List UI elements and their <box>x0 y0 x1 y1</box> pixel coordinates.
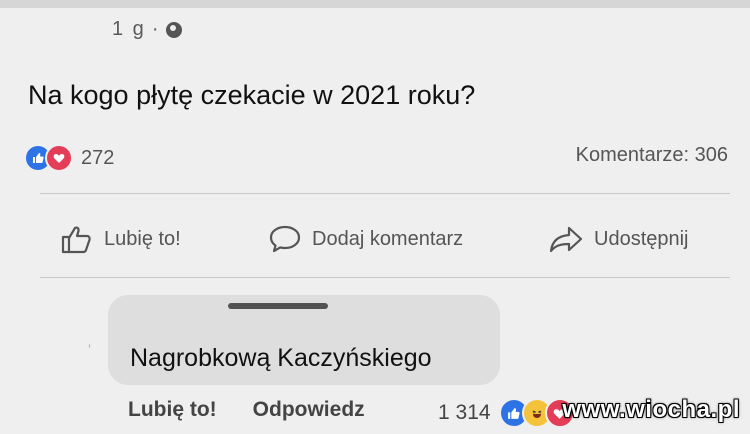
reply-text: Nagrobkową Kaczyńskiego <box>130 344 432 372</box>
reply-reactions[interactable]: 1 314 <box>438 398 575 428</box>
reply-like-link[interactable]: Lubię to! <box>128 398 217 422</box>
post-meta: 1 g · <box>112 18 183 41</box>
divider-bottom <box>40 277 730 278</box>
meta-separator: · <box>151 18 161 40</box>
post-time[interactable]: 1 g <box>112 18 146 41</box>
post-text: Na kogo płytę czekacie w 2021 roku? <box>28 80 476 110</box>
reply-respond-link[interactable]: Odpowiedz <box>253 398 365 422</box>
post-reactions[interactable]: 272 <box>24 144 114 172</box>
reply-reaction-count: 1 314 <box>438 401 491 424</box>
comment-button-label: Dodaj komentarz <box>312 227 464 250</box>
reply-marker: ʼ <box>88 342 92 358</box>
top-strip <box>0 0 750 8</box>
speech-bubble-icon <box>269 225 301 253</box>
watermark: www.wiocha.pl <box>562 396 740 423</box>
thumbs-up-icon <box>61 226 91 254</box>
like-button-label: Lubię to! <box>104 227 181 250</box>
reply-author-redacted[interactable] <box>228 303 328 315</box>
reaction-count: 272 <box>81 146 115 169</box>
share-button-label: Udostępnij <box>594 227 689 250</box>
share-arrow-icon <box>549 226 583 253</box>
globe-icon <box>166 21 183 38</box>
comments-count-link[interactable]: Komentarze: 306 <box>576 144 728 167</box>
comment-button[interactable]: Dodaj komentarz <box>268 224 463 254</box>
love-reaction-icon <box>45 144 73 172</box>
reply-actions: Lubię to! Odpowiedz <box>128 398 365 422</box>
share-button[interactable]: Udostępnij <box>548 224 689 254</box>
divider-top <box>40 193 730 194</box>
like-button[interactable]: Lubię to! <box>60 224 181 254</box>
